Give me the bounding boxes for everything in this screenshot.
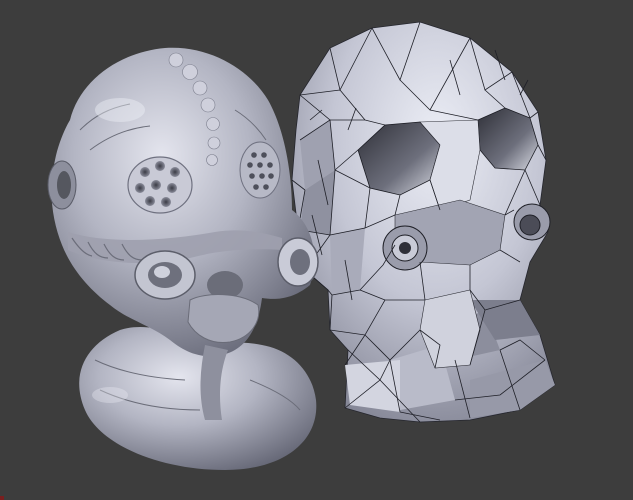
viewport-canvas[interactable] bbox=[0, 0, 633, 500]
high-poly-head[interactable] bbox=[47, 47, 319, 470]
porous-plate-left bbox=[127, 156, 193, 214]
sculpt-right-goggle bbox=[277, 237, 319, 287]
porous-plate-right bbox=[239, 141, 281, 199]
low-poly-head[interactable] bbox=[291, 21, 556, 423]
sculpt-left-goggle bbox=[134, 250, 196, 300]
3d-viewport[interactable] bbox=[0, 0, 633, 500]
low-poly-right-goggle bbox=[513, 203, 551, 241]
viewport-corner-marker bbox=[0, 496, 4, 500]
